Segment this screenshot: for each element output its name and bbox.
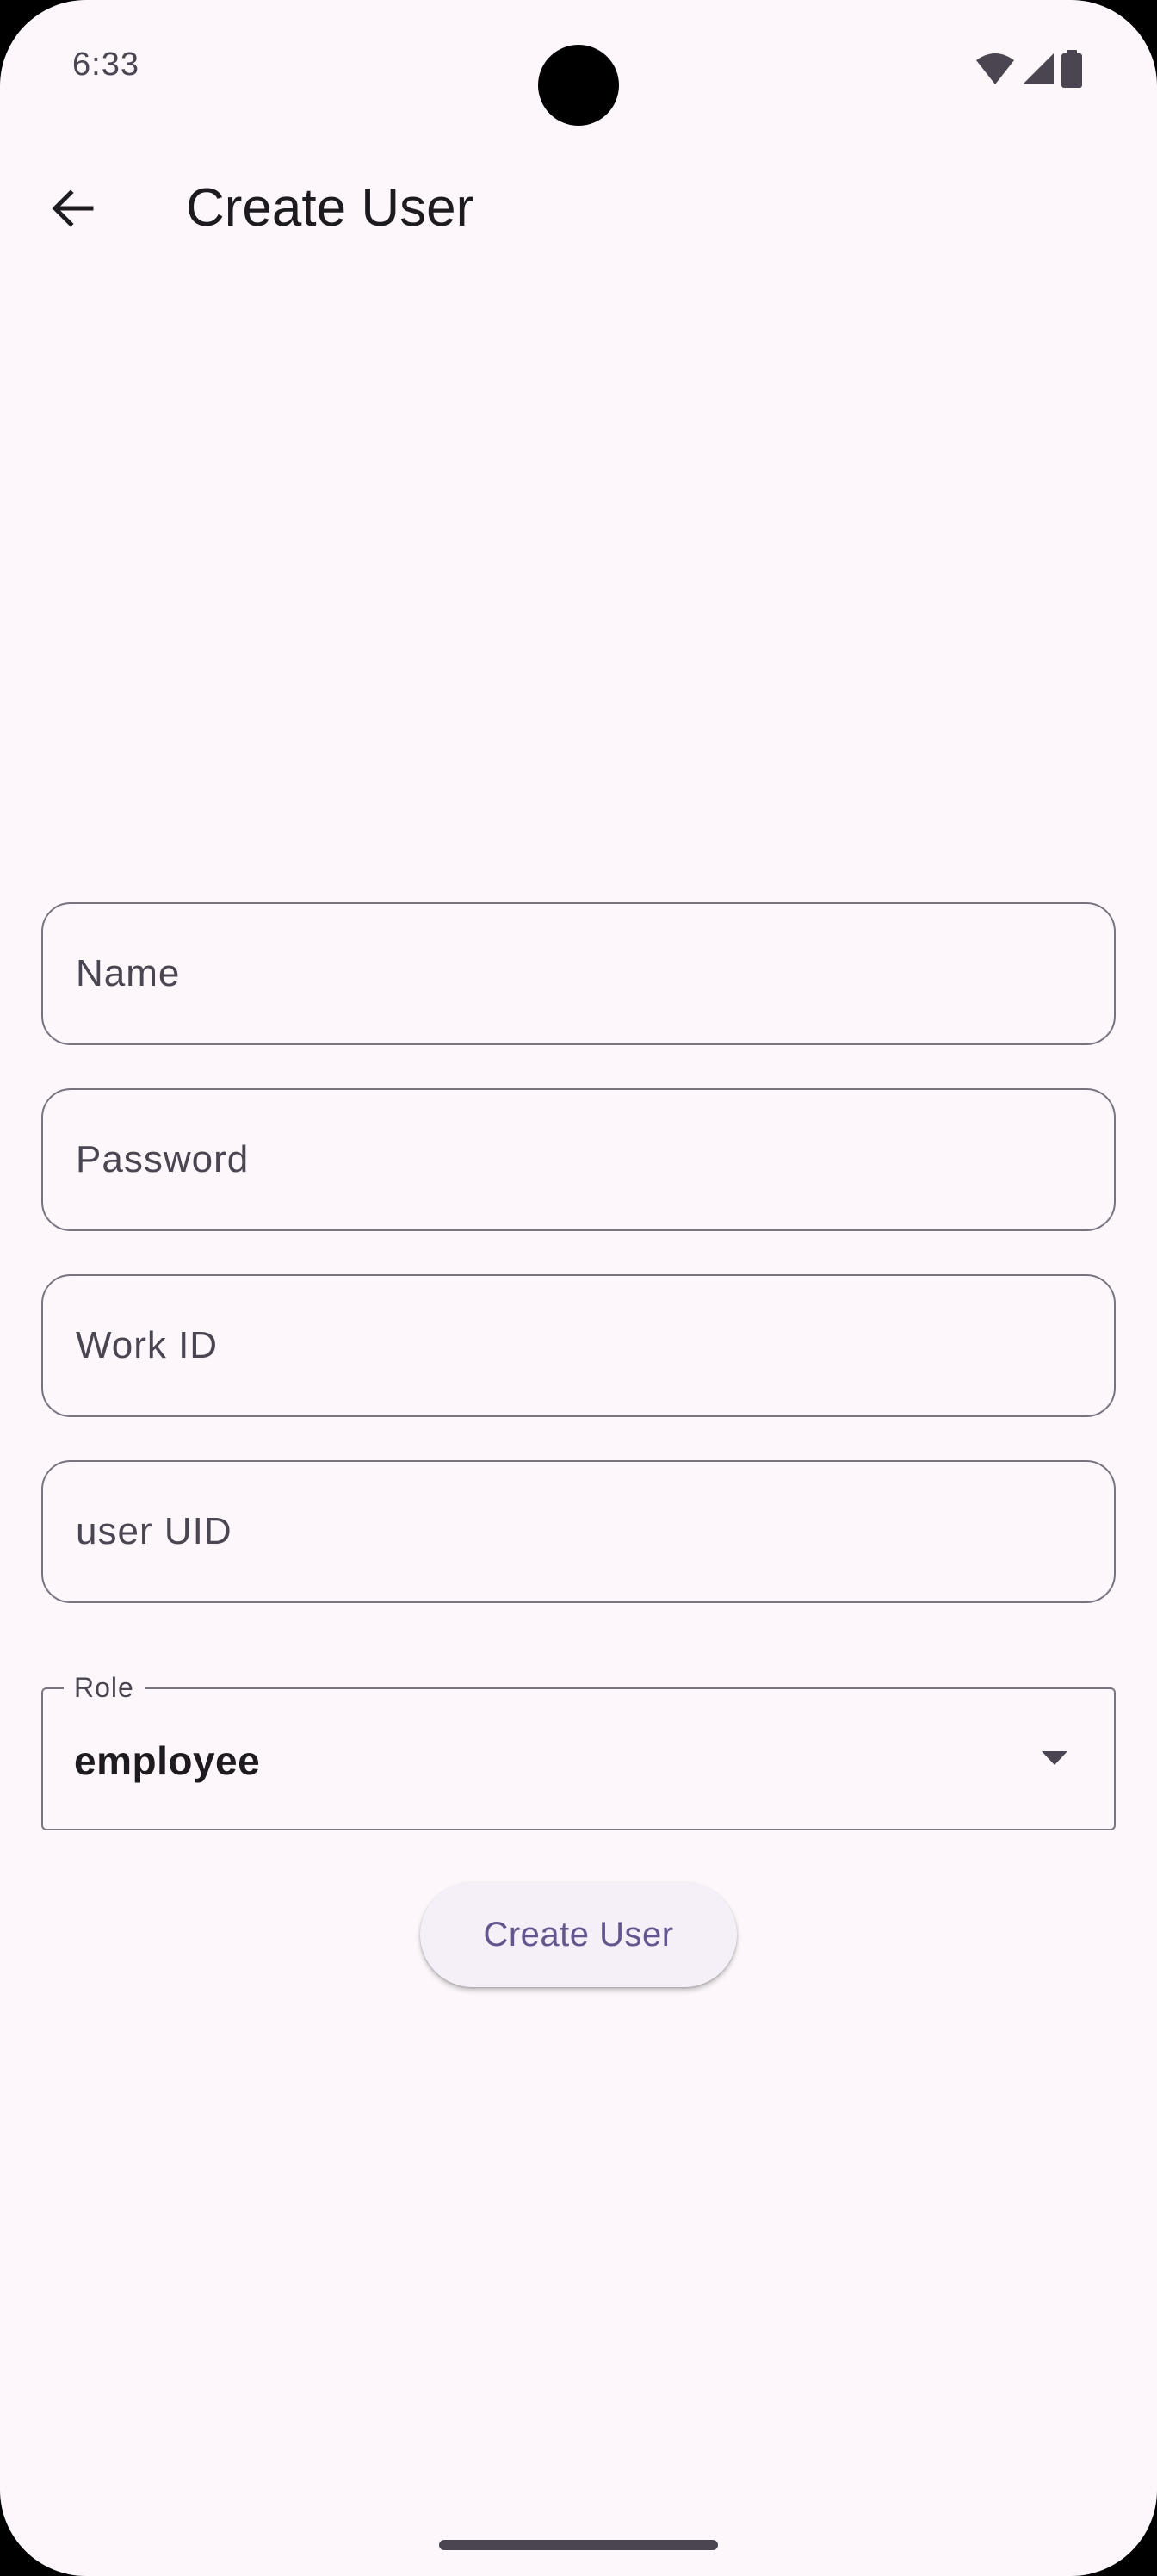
create-user-button[interactable]: Create User: [420, 1882, 737, 1987]
password-input[interactable]: [74, 1090, 1114, 1229]
role-selected-value: employee: [74, 1738, 261, 1783]
page-title: Create User: [186, 178, 474, 238]
role-dropdown[interactable]: Role employee: [41, 1669, 1116, 1830]
role-label: Role: [64, 1669, 145, 1706]
name-field[interactable]: [41, 902, 1116, 1045]
home-indicator[interactable]: [439, 2540, 718, 2550]
cellular-signal-icon: [1021, 52, 1055, 86]
work-id-field[interactable]: [41, 1274, 1116, 1417]
user-uid-field[interactable]: [41, 1460, 1116, 1603]
work-id-input[interactable]: [74, 1276, 1114, 1415]
screen: 6:33 Create User Role employee: [0, 0, 1157, 2576]
front-camera: [538, 45, 619, 126]
arrow-back-icon: [50, 186, 95, 235]
name-input[interactable]: [74, 904, 1114, 1043]
user-uid-input[interactable]: [74, 1462, 1114, 1601]
status-icons: [974, 50, 1083, 88]
arrow-drop-down-icon: [1040, 1749, 1069, 1771]
battery-icon: [1061, 50, 1083, 88]
back-button[interactable]: [34, 172, 110, 248]
password-field[interactable]: [41, 1088, 1116, 1231]
wifi-icon: [974, 52, 1016, 86]
status-time: 6:33: [72, 46, 139, 83]
